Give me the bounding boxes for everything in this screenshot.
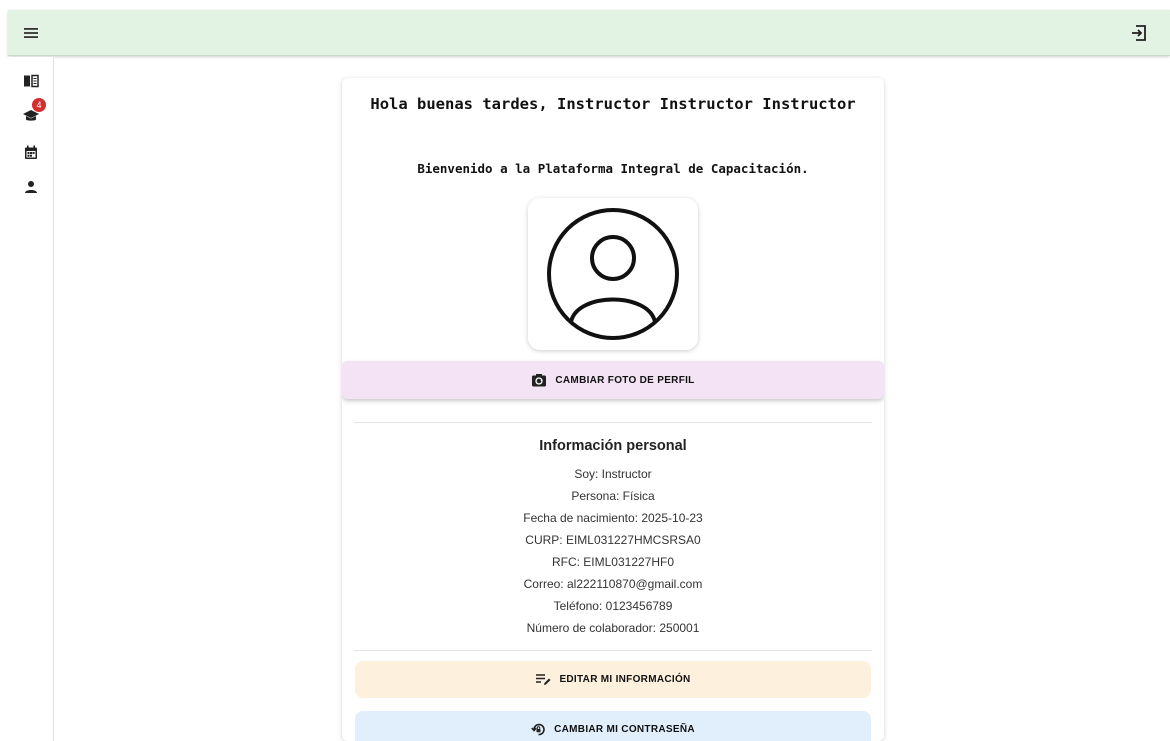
info-curp: CURP: EIML031227HMCSRSA0 bbox=[525, 533, 701, 547]
edit-info-label: EDITAR MI INFORMACIÓN bbox=[559, 674, 691, 685]
hamburger-menu-icon bbox=[24, 28, 38, 38]
change-photo-label: CAMBIAR FOTO DE PERFIL bbox=[555, 374, 695, 386]
edit-notes-icon bbox=[536, 674, 551, 685]
top-app-bar bbox=[8, 10, 1170, 56]
divider bbox=[354, 650, 872, 651]
camera-switch-icon bbox=[532, 374, 547, 387]
user-circle-icon bbox=[547, 208, 679, 340]
change-photo-button[interactable]: CAMBIAR FOTO DE PERFIL bbox=[342, 361, 884, 399]
notification-badge: 4 bbox=[32, 98, 46, 112]
change-password-label: CAMBIAR MI CONTRASEÑA bbox=[554, 724, 695, 735]
sidebar-item-training[interactable]: 4 bbox=[20, 98, 46, 127]
lock-reset-icon bbox=[531, 723, 545, 736]
avatar bbox=[528, 198, 698, 350]
sidebar-item-calendar[interactable] bbox=[20, 141, 42, 163]
edit-info-button[interactable]: EDITAR MI INFORMACIÓN bbox=[355, 661, 871, 698]
info-role: Soy: Instructor bbox=[574, 467, 652, 481]
logout-button[interactable] bbox=[1128, 22, 1150, 44]
info-person-type: Persona: Física bbox=[571, 489, 655, 503]
info-rfc: RFC: EIML031227HF0 bbox=[551, 555, 675, 569]
sidebar-item-courses[interactable] bbox=[20, 70, 42, 92]
info-birthdate: Fecha de nacimiento: 2025-10-23 bbox=[523, 511, 703, 525]
change-password-button[interactable]: CAMBIAR MI CONTRASEÑA bbox=[355, 711, 871, 741]
menu-button[interactable] bbox=[20, 22, 42, 44]
welcome-message: Bienvenido a la Plataforma Integral de C… bbox=[417, 161, 809, 176]
calendar-icon bbox=[25, 145, 37, 159]
sidebar: 4 bbox=[8, 57, 54, 741]
personal-info-title: Información personal bbox=[539, 438, 687, 454]
sidebar-item-profile[interactable] bbox=[20, 176, 42, 198]
divider bbox=[354, 422, 872, 423]
info-employee-number: Número de colaborador: 250001 bbox=[526, 621, 700, 635]
person-icon bbox=[25, 181, 37, 193]
personal-info-list: Soy: Instructor Persona: Física Fecha de… bbox=[342, 463, 884, 639]
info-email: Correo: al222110870@gmail.com bbox=[523, 577, 703, 591]
profile-card: Hola buenas tardes, Instructor Instructo… bbox=[342, 78, 884, 741]
greeting-heading: Hola buenas tardes, Instructor Instructo… bbox=[370, 95, 856, 113]
book-icon bbox=[24, 74, 39, 88]
info-phone: Teléfono: 0123456789 bbox=[553, 599, 673, 613]
logout-icon bbox=[1132, 25, 1146, 41]
